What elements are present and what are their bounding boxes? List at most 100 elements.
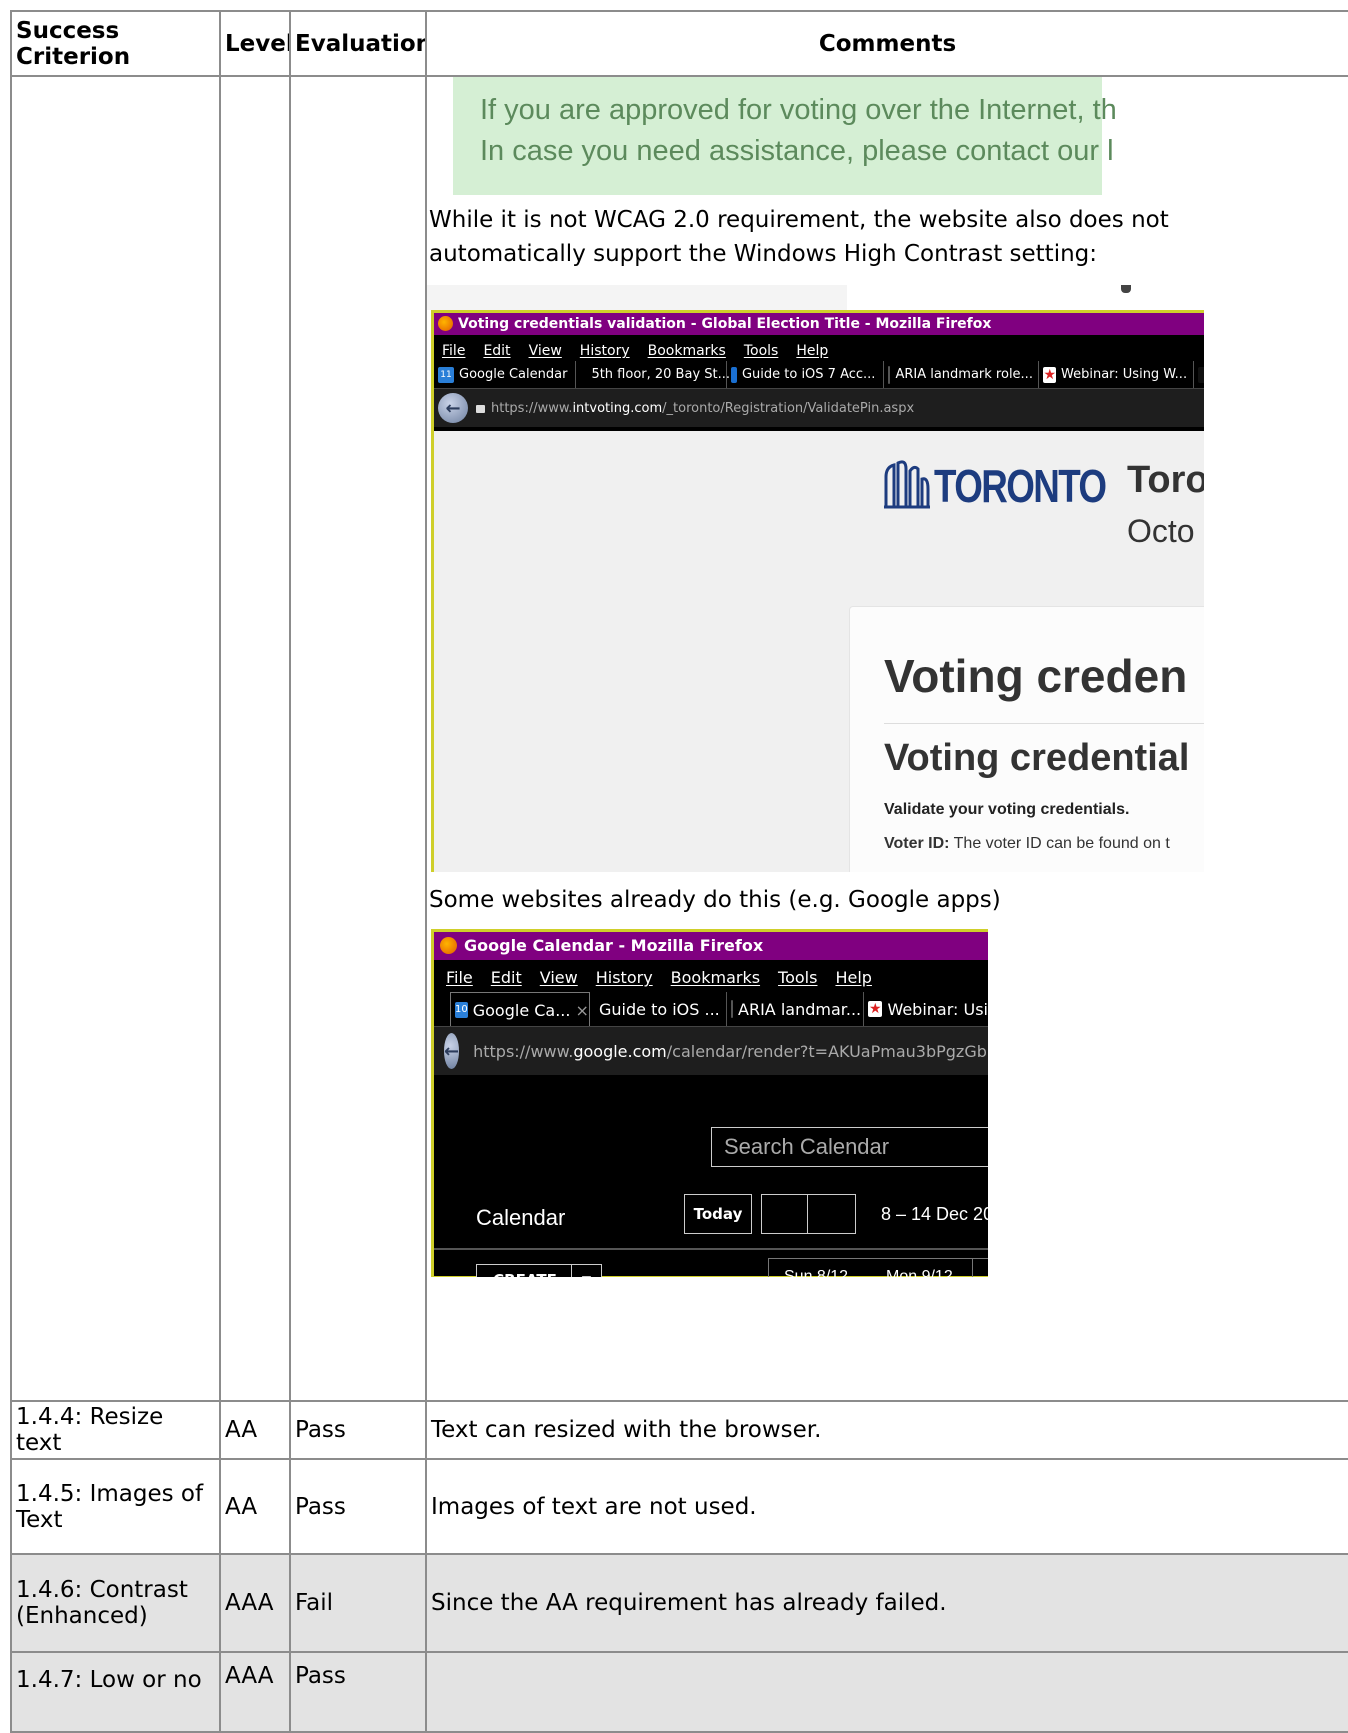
url-bar[interactable]: ← https://www.intvoting.com/_toronto/Reg… [434,388,1204,427]
url-domain: google.com [573,1041,667,1061]
page-fragment-glyph [1121,285,1131,293]
window-title: Google Calendar - Mozilla Firefox [464,936,764,955]
url-prefix: https://www. [473,1041,574,1061]
tab-aria[interactable]: ARIA landmark role... [884,361,1040,388]
validate-text: Validate your voting credentials. [884,801,1130,818]
create-dropdown-arrow-icon[interactable]: ▼ [571,1264,602,1277]
page-icon [888,365,891,384]
criterion-cell [10,75,221,1402]
url-prefix: https://www. [491,400,573,416]
table-row: 1.4.4: Resize text AA Pass Text can resi… [10,1400,1348,1460]
table-row: 1.4.6: Contrast (Enhanced) AAA Fail Sinc… [10,1553,1348,1653]
criterion-cell: 1.4.5: Images of Text [10,1458,221,1555]
criterion-cell: 1.4.4: Resize text [10,1400,221,1460]
day-header-mon: Mon 9/12 [886,1268,953,1277]
tab-bb[interactable]: BB [1194,361,1204,388]
voting-site-screenshot: Voting credentials validation - Global E… [428,285,1204,872]
tab-google-calendar[interactable]: 11 Google Calendar [434,361,577,388]
date-range: 8 – 14 Dec 20 [881,1204,988,1224]
comment-cell [425,1651,1348,1733]
tab-label: 5th floor, 20 Bay St... [591,367,731,382]
tab-ios-guide[interactable]: Guide to iOS 7 Acc... [727,361,885,388]
url-path: /calendar/render?t=AKUaPmau3bPgzGb85KWS [666,1041,988,1061]
menu-file[interactable]: File [442,343,465,359]
evaluation-cell: Pass [289,1458,427,1555]
tab-label: Guide to iOS ... [599,999,720,1019]
menu-view[interactable]: View [529,343,562,359]
menu-file[interactable]: File [446,968,473,987]
calendar-label: Calendar [476,1205,566,1230]
voter-id-description: The voter ID can be found on t [949,835,1170,852]
menu-help[interactable]: Help [835,968,871,987]
comment-paragraph-2: Some websites already do this (e.g. Goog… [429,887,1001,913]
menu-edit[interactable]: Edit [491,968,522,987]
tab-label: Guide to iOS 7 Acc... [741,367,876,382]
menu-bar: File Edit View History Bookmarks Tools Help [434,335,1204,361]
next-button[interactable] [807,1194,856,1234]
close-icon[interactable]: × [575,1001,588,1020]
menu-bookmarks[interactable]: Bookmarks [648,343,726,359]
url-text[interactable]: https://www.intvoting.com/_toronto/Regis… [491,401,914,416]
prev-button[interactable] [761,1194,810,1234]
menu-edit[interactable]: Edit [483,343,510,359]
toronto-logo-text: TORONTO [934,460,1107,512]
card-heading-1: Voting creden [884,650,1188,702]
header-comments: Comments [425,10,1348,77]
url-bar[interactable]: ← https://www.google.com/calendar/render… [434,1026,988,1075]
url-text[interactable]: https://www.google.com/calendar/render?t… [473,1042,988,1061]
page-fragment [428,285,847,310]
google-calendar-screenshot: Google Calendar - Mozilla Firefox File Ed… [428,929,988,1277]
page-header-title: Toro [1127,459,1204,501]
window-title: Voting credentials validation - Global E… [458,316,992,332]
create-button[interactable]: CREATE [476,1264,574,1277]
back-arrow-icon[interactable]: ← [438,393,468,423]
star-icon: ★ [1043,366,1056,383]
paragraph-line: While it is not WCAG 2.0 requirement, th… [429,207,1169,233]
header-success-criterion: Success Criterion [10,10,221,77]
comment-cell: If you are approved for voting over the … [425,75,1348,1402]
menu-tools[interactable]: Tools [744,343,779,359]
comment-cell: Since the AA requirement has already fai… [425,1553,1348,1653]
menu-help[interactable]: Help [796,343,828,359]
green-notice-image: If you are approved for voting over the … [453,78,1117,195]
header-evaluation: Evaluation [289,10,427,77]
level-cell: AAA [219,1651,291,1733]
tab-label: Google Calendar [459,367,568,382]
lock-icon [476,405,485,413]
card-heading-2: Voting credential [884,737,1190,779]
accessibility-icon [731,366,737,383]
menu-tools[interactable]: Tools [778,968,817,987]
tab-bar: 11 Google Calendar 5th floor, 20 Bay St..… [434,361,1204,388]
tab-google-calendar[interactable]: 10 Google Ca... × [450,992,590,1027]
voter-id-text: Voter ID: The voter ID can be found on t [884,835,1170,853]
menu-view[interactable]: View [540,968,578,987]
back-arrow-icon[interactable]: ← [444,1033,460,1069]
evaluation-cell: Pass [289,1651,427,1733]
today-button[interactable]: Today [684,1194,752,1234]
evaluation-cell: Fail [289,1553,427,1653]
tab-label: Webinar: Usi [887,999,988,1019]
criterion-cell: 1.4.7: Low or no [10,1651,221,1733]
menu-history[interactable]: History [596,968,653,987]
tab-webinar[interactable]: ★ Webinar: Using W... [1039,361,1195,388]
calendar-icon: 11 [438,366,454,383]
tab-webinar[interactable]: ★ Webinar: Usi [864,992,988,1026]
continued-row: If you are approved for voting over the … [10,75,1348,1402]
header-level: Level [219,10,291,77]
day-divider [972,1258,973,1277]
firefox-window: Google Calendar - Mozilla Firefox File Ed… [431,929,988,1277]
url-domain: intvoting.com [572,400,663,416]
comment-paragraph-1: While it is not WCAG 2.0 requirement, th… [429,203,1169,271]
tab-aria[interactable]: ARIA landmar... [727,992,864,1026]
green-line-1: If you are approved for voting over the … [480,94,1117,126]
tab-maps[interactable]: 5th floor, 20 Bay St... [576,361,731,388]
level-cell [219,75,291,1402]
calendar-icon: 10 [455,1002,468,1018]
tab-ios-guide[interactable]: Guide to iOS ... [590,992,727,1026]
page-icon [731,1000,733,1018]
window-title-bar: Google Calendar - Mozilla Firefox [434,932,988,960]
table-row: 1.4.7: Low or no AAA Pass [10,1651,1348,1733]
search-calendar-input[interactable]: Search Calendar [711,1127,988,1167]
menu-history[interactable]: History [580,343,630,359]
menu-bookmarks[interactable]: Bookmarks [671,968,760,987]
